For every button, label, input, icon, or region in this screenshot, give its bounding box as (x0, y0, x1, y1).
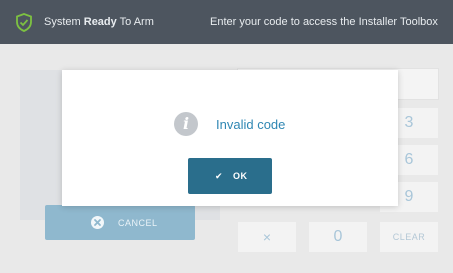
dialog-message: Invalid code (216, 117, 286, 132)
status-suffix: To Arm (119, 16, 154, 28)
installer-prompt: Enter your code to access the Installer … (210, 16, 438, 28)
key-delete[interactable]: × (238, 222, 296, 252)
close-circle-icon (91, 216, 104, 229)
top-status-bar: System Ready To Arm Enter your code to a… (0, 0, 453, 44)
check-icon: ✔ (215, 171, 223, 181)
shield-check-icon (16, 13, 32, 32)
key-0[interactable]: 0 (309, 222, 367, 252)
ok-button[interactable]: ✔ OK (188, 158, 272, 194)
key-clear[interactable]: CLEAR (380, 222, 438, 252)
info-icon: i (174, 112, 198, 136)
cancel-label: CANCEL (118, 218, 158, 228)
status-prefix: System (44, 16, 81, 28)
cancel-button[interactable]: CANCEL (45, 205, 195, 240)
system-status-text: System Ready To Arm (44, 16, 154, 28)
status-ready: Ready (83, 16, 117, 28)
ok-label: OK (233, 171, 248, 181)
info-glyph: i (182, 114, 190, 133)
invalid-code-dialog: i Invalid code ✔ OK (62, 70, 398, 206)
